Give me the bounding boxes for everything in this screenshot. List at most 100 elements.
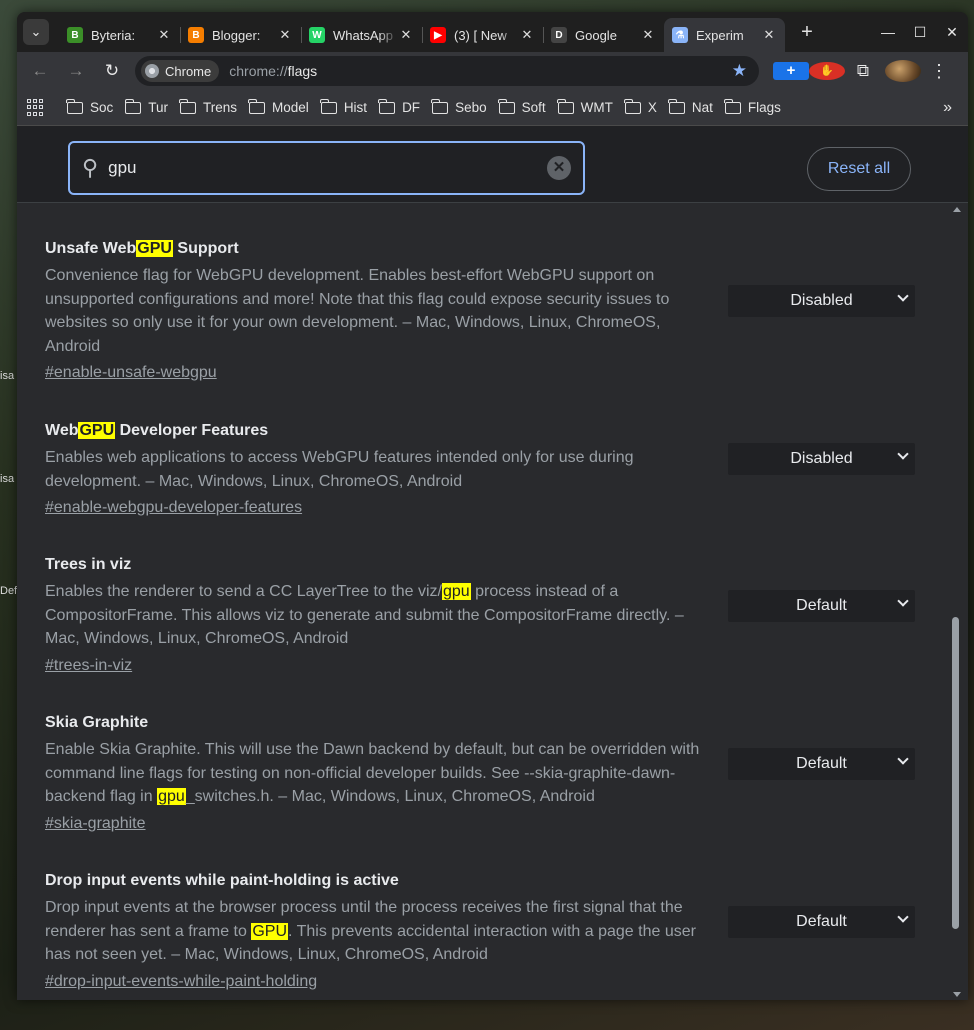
bookmark-label: Soc [90,100,114,115]
flags-list: Unsafe WebGPU Support Convenience flag f… [17,203,968,1000]
flask-icon: ⚗ [672,27,688,43]
arrow-left-icon: ← [31,61,49,80]
chevron-down-icon: ⌄ [30,24,42,39]
browser-window: ⌄ B Byteria: ✕ B Blogger: ✕ W WhatsApp ✕ ▶ (3) … [17,12,968,1000]
flag-state-value: Default [796,597,847,614]
flag-item: WebGPU Developer Features Enables web ap… [45,420,925,517]
flag-item: Trees in viz Enables the renderer to sen… [45,554,925,675]
folder-icon [668,98,685,114]
flag-state-value: Default [796,755,847,772]
bookmark-folder[interactable]: Soft [497,98,546,115]
flag-state-select[interactable]: Default [728,590,915,622]
tab-title: (3) [ New [454,27,507,43]
scrollbar[interactable] [952,207,962,997]
chevron-down-icon [897,448,909,460]
extensions-button[interactable]: ⧉ [845,61,881,81]
bookmark-folder[interactable]: Sebo [431,98,487,115]
tab[interactable]: B Byteria: ✕ [59,18,180,52]
flag-state-select[interactable]: Default [728,748,915,780]
folder-icon [378,98,396,114]
google-icon: D [551,27,567,43]
flag-title-text: Skia Graphite [45,714,149,731]
minimize-icon[interactable]: — [872,24,904,40]
flag-link[interactable]: #skia-graphite [45,815,146,833]
bookmark-folder[interactable]: Tur [124,98,169,115]
back-button[interactable]: ← [25,56,55,86]
scroll-down-icon[interactable] [953,992,961,997]
flag-link[interactable]: #enable-unsafe-webgpu [45,364,217,382]
search-input[interactable] [108,158,547,178]
tab[interactable]: W WhatsApp ✕ [301,18,422,52]
bookmark-label: Tur [148,100,169,115]
bookmark-folder[interactable]: Nat [668,98,713,115]
new-tab-button[interactable]: + [793,18,821,46]
chevron-down-icon [897,911,909,923]
flag-title-text: Support [172,240,239,257]
flag-description: Convenience flag for WebGPU development.… [45,264,705,358]
tab[interactable]: ▶ (3) [ New ✕ [422,18,543,52]
address-bar[interactable]: Chrome chrome://flags ★ [135,56,759,86]
close-icon[interactable]: ✕ [640,27,656,43]
bookmark-label: X [647,100,657,115]
tab-search-button[interactable]: ⌄ [23,19,49,45]
extensions-area: + ✋ ⧉ ⋮ [773,60,957,82]
tab-active[interactable]: ⚗ Experim ✕ [664,18,785,52]
tab[interactable]: B Blogger: ✕ [180,18,301,52]
youtube-icon: ▶ [430,27,446,43]
reset-all-button[interactable]: Reset all [807,147,911,191]
close-window-icon[interactable]: ✕ [936,24,968,41]
bookmarks-bar: Soc Tur Trens Model Hist DF Sebo Soft WM… [17,90,968,126]
scrollbar-thumb[interactable] [952,617,959,929]
flag-title: Unsafe WebGPU Support [45,238,925,260]
url-text: chrome://flags [229,63,317,79]
bookmark-star-icon[interactable]: ★ [732,61,747,81]
bookmark-folder[interactable]: Flags [724,98,781,115]
tab-list: B Byteria: ✕ B Blogger: ✕ W WhatsApp ✕ ▶ (3) [ … [59,12,785,52]
clear-search-icon[interactable]: ✕ [547,156,571,180]
flag-title: Skia Graphite [45,712,925,734]
flag-state-select[interactable]: Disabled [728,443,915,475]
plus-extension-icon: + [773,62,809,80]
folder-icon [431,98,449,114]
url-path: flags [287,63,318,79]
site-info-chip[interactable]: Chrome [141,60,220,82]
maximize-icon[interactable]: ☐ [904,24,936,41]
forward-button[interactable]: → [61,56,91,86]
close-icon[interactable]: ✕ [277,27,293,43]
apps-grid-icon[interactable] [27,98,45,117]
bookmark-folder[interactable]: DF [378,98,420,115]
flag-title-text: Drop input events while paint-holding is… [45,872,399,889]
chevron-double-right-icon[interactable]: » [943,99,952,117]
reload-button[interactable]: ↻ [97,56,127,86]
bookmark-folder[interactable]: Hist [320,98,367,115]
bookmark-folder[interactable]: Model [248,98,309,115]
chevron-down-icon [897,595,909,607]
search-highlight: GPU [251,922,288,940]
extension-button[interactable]: + [773,62,809,80]
flag-link[interactable]: #enable-webgpu-developer-features [45,499,302,517]
flag-state-value: Default [796,913,847,930]
flag-state-select[interactable]: Default [728,906,915,938]
profile-button[interactable] [885,60,921,82]
close-icon[interactable]: ✕ [761,27,777,43]
close-icon[interactable]: ✕ [519,27,535,43]
flags-header: ⚲ ✕ Reset all [17,126,968,203]
tab-title: Byteria: [91,27,136,43]
close-icon[interactable]: ✕ [156,27,172,43]
bookmark-folder[interactable]: Soc [66,98,114,115]
flag-description-text: Enables web applications to access WebGP… [45,449,634,490]
bookmark-folder[interactable]: WMT [557,98,613,115]
extension-button[interactable]: ✋ [809,62,845,80]
flag-state-select[interactable]: Disabled [728,285,915,317]
flag-description: Enables the renderer to send a CC LayerT… [45,580,705,651]
tab[interactable]: D Google ✕ [543,18,664,52]
bookmark-folder[interactable]: X [624,98,657,115]
flag-description: Enable Skia Graphite. This will use the … [45,738,705,809]
close-icon[interactable]: ✕ [398,27,414,43]
flag-link[interactable]: #trees-in-viz [45,657,132,675]
scroll-up-icon[interactable] [953,207,961,212]
menu-button[interactable]: ⋮ [921,61,957,82]
flag-link[interactable]: #drop-input-events-while-paint-holding [45,973,317,991]
bookmark-folder[interactable]: Trens [179,98,237,115]
flag-item: Unsafe WebGPU Support Convenience flag f… [45,238,925,382]
